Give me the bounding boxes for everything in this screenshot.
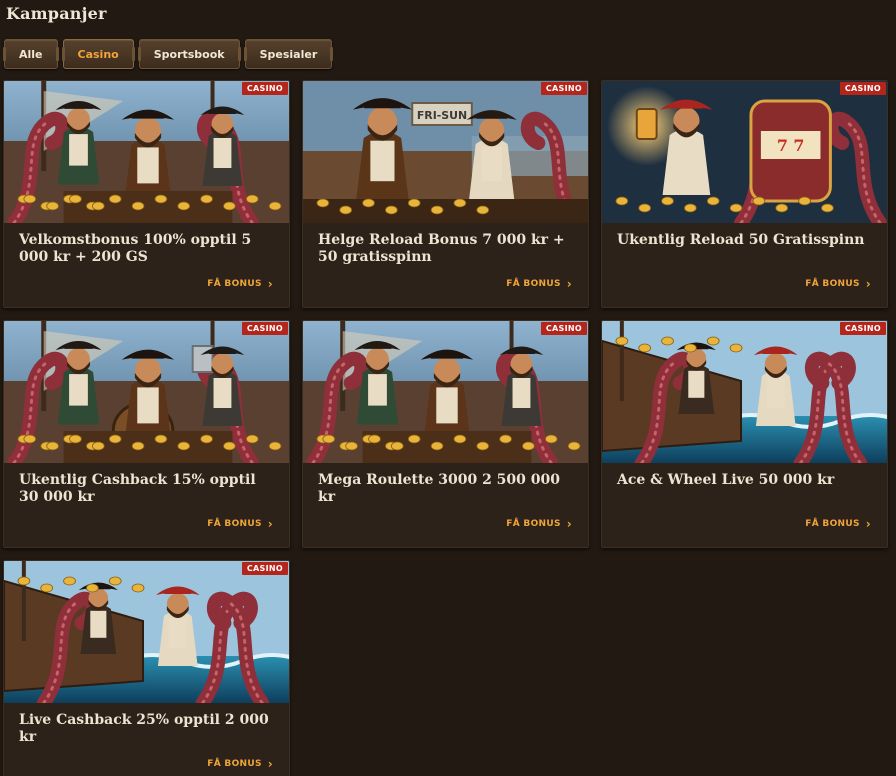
svg-text:FRI-SUN: FRI-SUN [417, 109, 467, 122]
promo-title: Helge Reload Bonus 7 000 kr + 50 gratiss… [318, 232, 565, 265]
get-bonus-label: FÅ BONUS [506, 279, 561, 289]
get-bonus-link[interactable]: FÅ BONUS › [207, 756, 273, 771]
chevron-right-icon: › [865, 516, 871, 531]
promo-card[interactable]: CASINO Ukentlig Cashback 15% opptil 30 0… [3, 320, 290, 548]
promo-image[interactable] [4, 321, 289, 463]
filter-alle[interactable]: Alle [3, 39, 59, 69]
promo-title: Ukentlig Cashback 15% opptil 30 000 kr [19, 472, 256, 505]
category-badge: CASINO [540, 322, 587, 335]
get-bonus-link[interactable]: FÅ BONUS › [506, 516, 572, 531]
promo-title: Velkomstbonus 100% opptil 5 000 kr + 200… [19, 232, 252, 265]
promo-card[interactable]: CASINO Velkomstbonus 100% opptil 5 000 k… [3, 80, 290, 308]
category-badge: CASINO [540, 82, 587, 95]
promo-title: Ace & Wheel Live 50 000 kr [617, 472, 835, 488]
filter-bar: Alle Casino Sportsbook Spesialer [3, 39, 333, 69]
category-badge: CASINO [241, 322, 288, 335]
category-badge: CASINO [241, 562, 288, 575]
category-badge: CASINO [839, 322, 886, 335]
promo-image[interactable] [602, 321, 887, 463]
chevron-right-icon: › [566, 516, 572, 531]
promo-card[interactable]: FRI-SUN CASINO Helge Reload Bonus 7 000 … [302, 80, 589, 308]
chevron-right-icon: › [267, 276, 273, 291]
get-bonus-link[interactable]: FÅ BONUS › [805, 516, 871, 531]
promo-title: Ukentlig Reload 50 Gratisspinn [617, 232, 865, 248]
filter-sportsbook[interactable]: Sportsbook [137, 39, 241, 69]
promo-image[interactable] [4, 561, 289, 703]
promo-title: Live Cashback 25% opptil 2 000 kr [19, 712, 269, 745]
promo-title: Mega Roulette 3000 2 500 000 kr [318, 472, 561, 505]
category-badge: CASINO [241, 82, 288, 95]
get-bonus-label: FÅ BONUS [207, 279, 262, 289]
promo-image[interactable] [303, 321, 588, 463]
get-bonus-label: FÅ BONUS [207, 519, 262, 529]
chevron-right-icon: › [267, 516, 273, 531]
filter-spesialer[interactable]: Spesialer [243, 39, 333, 69]
promo-image[interactable]: 7 7 [602, 81, 887, 223]
chevron-right-icon: › [566, 276, 572, 291]
page-title: Kampanjer [6, 4, 107, 23]
get-bonus-link[interactable]: FÅ BONUS › [207, 516, 273, 531]
category-badge: CASINO [839, 82, 886, 95]
svg-text:7 7: 7 7 [777, 136, 805, 155]
promo-card[interactable]: CASINO Live Cashback 25% opptil 2 000 kr… [3, 560, 290, 776]
get-bonus-link[interactable]: FÅ BONUS › [506, 276, 572, 291]
chevron-right-icon: › [865, 276, 871, 291]
promo-image[interactable] [4, 81, 289, 223]
get-bonus-label: FÅ BONUS [506, 519, 561, 529]
get-bonus-label: FÅ BONUS [805, 279, 860, 289]
promo-card[interactable]: 7 7 CASINO Ukentlig Reload 50 Gratisspin… [601, 80, 888, 308]
get-bonus-label: FÅ BONUS [207, 759, 262, 769]
promo-image[interactable]: FRI-SUN [303, 81, 588, 223]
promo-card[interactable]: CASINO Ace & Wheel Live 50 000 kr FÅ BON… [601, 320, 888, 548]
get-bonus-link[interactable]: FÅ BONUS › [207, 276, 273, 291]
get-bonus-link[interactable]: FÅ BONUS › [805, 276, 871, 291]
promotion-grid: CASINO Velkomstbonus 100% opptil 5 000 k… [3, 80, 888, 776]
get-bonus-label: FÅ BONUS [805, 519, 860, 529]
promo-card[interactable]: CASINO Mega Roulette 3000 2 500 000 kr F… [302, 320, 589, 548]
chevron-right-icon: › [267, 756, 273, 771]
filter-casino[interactable]: Casino [61, 39, 135, 69]
